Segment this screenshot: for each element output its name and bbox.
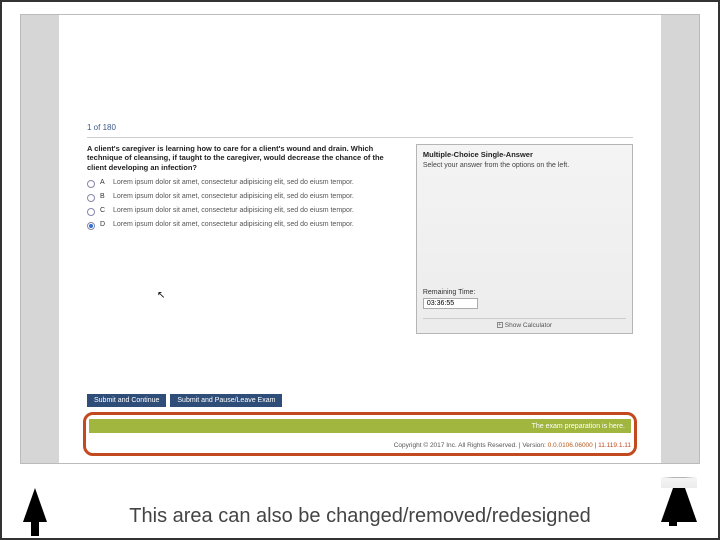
submit-pause-button[interactable]: Submit and Pause/Leave Exam (170, 394, 282, 407)
question-text: A client's caregiver is learning how to … (87, 144, 402, 172)
option-text: Lorem ipsum dolor sit amet, consectetur … (113, 193, 354, 202)
answer-option[interactable]: C Lorem ipsum dolor sit amet, consectetur… (87, 207, 402, 216)
option-text: Lorem ipsum dolor sit amet, consectetur … (113, 207, 354, 216)
option-letter: B (100, 193, 108, 200)
radio-button[interactable] (87, 222, 95, 230)
sidebar-instruction: Select your answer from the options on t… (423, 162, 626, 171)
radio-button[interactable] (87, 208, 95, 216)
answer-option[interactable]: A Lorem ipsum dolor sit amet, consectetur… (87, 179, 402, 188)
radio-button[interactable] (87, 194, 95, 202)
submit-continue-button[interactable]: Submit and Continue (87, 394, 166, 407)
show-calculator-link[interactable]: +Show Calculator (423, 318, 626, 329)
annotation-caption: This area can also be changed/removed/re… (2, 505, 718, 528)
app-screenshot: 1 of 180 A client's caregiver is learnin… (20, 14, 700, 464)
plus-icon: + (497, 322, 503, 328)
sidebar-title: Multiple-Choice Single-Answer (423, 150, 626, 159)
option-letter: A (100, 179, 108, 186)
option-letter: D (100, 221, 108, 228)
cursor-icon: ↖ (157, 290, 165, 301)
answer-option[interactable]: D Lorem ipsum dolor sit amet, consectetur… (87, 221, 402, 230)
remaining-time-label: Remaining Time: (423, 289, 626, 296)
answer-option[interactable]: B Lorem ipsum dolor sit amet, consectetur… (87, 193, 402, 202)
promo-banner: The exam preparation is here. (89, 419, 631, 433)
copyright-text: Copyright © 2017 Inc. All Rights Reserve… (394, 442, 631, 449)
option-text: Lorem ipsum dolor sit amet, consectetur … (113, 221, 354, 230)
progress-indicator: 1 of 180 (87, 123, 633, 138)
radio-button[interactable] (87, 180, 95, 188)
remaining-time-value: 03:36:55 (423, 298, 478, 309)
sidebar-panel: Multiple-Choice Single-Answer Select you… (416, 144, 633, 334)
option-text: Lorem ipsum dolor sit amet, consectetur … (113, 179, 354, 188)
option-letter: C (100, 207, 108, 214)
